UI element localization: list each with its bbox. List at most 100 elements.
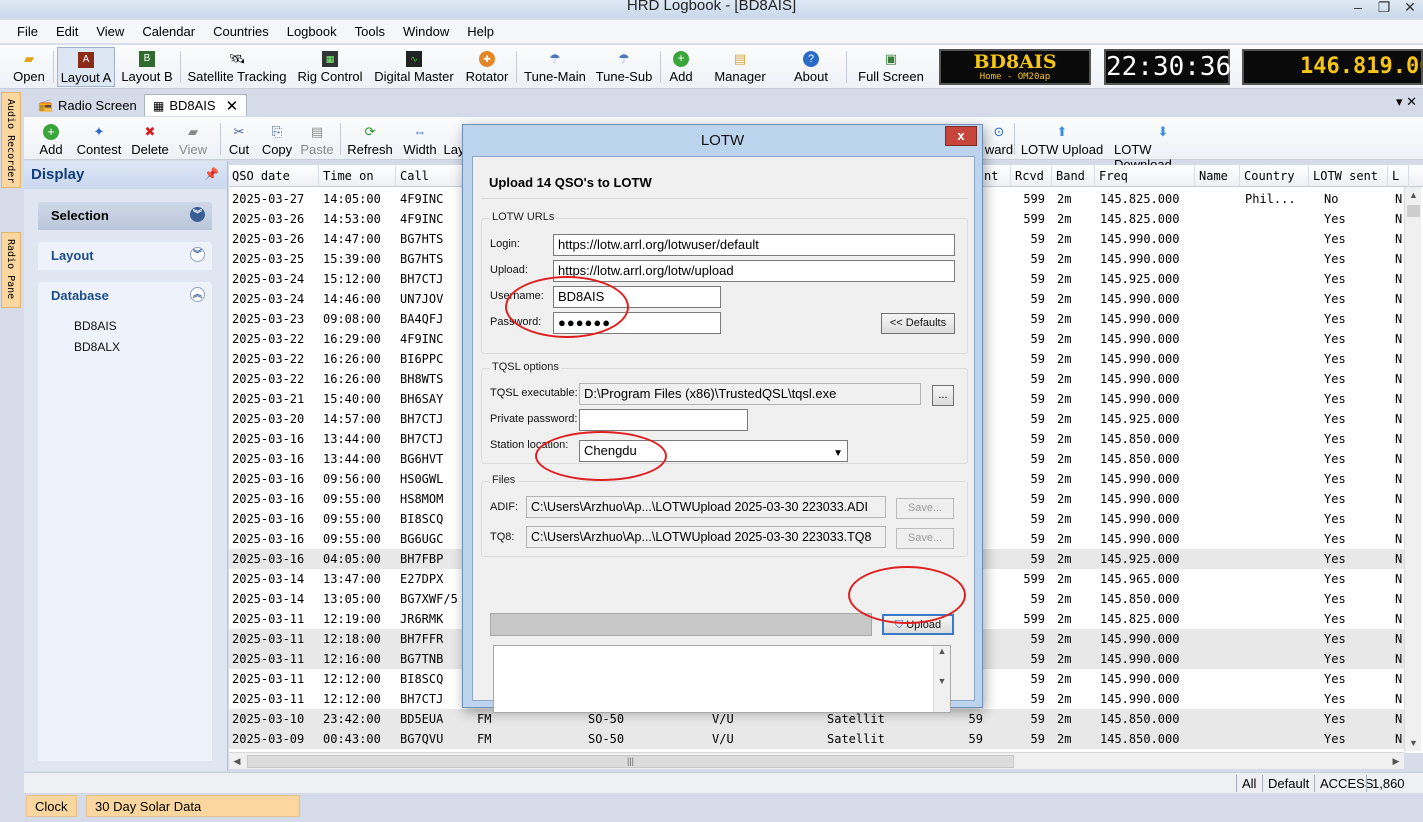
delete-button[interactable]: ✖ Delete bbox=[128, 119, 172, 159]
database-item-bd8alx[interactable]: BD8ALX bbox=[74, 340, 120, 354]
scroll-down-icon[interactable]: ▼ bbox=[1405, 735, 1422, 751]
scroll-left-icon[interactable]: ◀ bbox=[229, 753, 245, 769]
column-sent[interactable]: nt bbox=[981, 165, 1011, 187]
menu-tools[interactable]: Tools bbox=[346, 24, 394, 39]
lotw-download-button[interactable]: ⬇ LOTW Download bbox=[1114, 119, 1212, 172]
upload-log-textbox[interactable]: ▲ ▼ bbox=[493, 645, 951, 713]
chevron-up-icon[interactable]: ︽ bbox=[190, 287, 205, 302]
cell-date: 2025-03-11 bbox=[232, 612, 305, 626]
digital-master-button[interactable]: ∿ Digital Master bbox=[370, 47, 458, 87]
tab-radio-screen[interactable]: 📻 Radio Screen bbox=[30, 94, 145, 116]
column-freq[interactable]: Freq bbox=[1096, 165, 1195, 187]
scroll-thumb[interactable] bbox=[1407, 205, 1420, 217]
tqsl-executable-field[interactable]: D:\Program Files (x86)\TrustedQSL\tqsl.e… bbox=[579, 383, 921, 405]
cell-date: 2025-03-16 bbox=[232, 472, 305, 486]
grid-vertical-scrollbar[interactable]: ▲ ▼ bbox=[1404, 187, 1421, 751]
full-screen-button[interactable]: ▣ Full Screen bbox=[856, 47, 926, 87]
tune-main-button[interactable]: ☂ Tune-Main bbox=[520, 47, 590, 87]
column-country[interactable]: Country bbox=[1241, 165, 1309, 187]
cell-time: 15:40:00 bbox=[323, 392, 381, 406]
login-url-field[interactable]: https://lotw.arrl.org/lotwuser/default bbox=[553, 234, 955, 256]
about-button[interactable]: ? About bbox=[782, 47, 840, 87]
cell-band: 2m bbox=[1057, 732, 1072, 746]
menu-window[interactable]: Window bbox=[394, 24, 458, 39]
layout-b-button[interactable]: B Layout B bbox=[118, 47, 176, 87]
add-button[interactable]: + Add bbox=[664, 47, 698, 87]
save-adif-button[interactable]: Save... bbox=[896, 498, 954, 519]
column-lotw-rcvd[interactable]: L bbox=[1389, 165, 1409, 187]
paste-button[interactable]: ▤ Paste bbox=[300, 119, 334, 159]
menu-view[interactable]: View bbox=[87, 24, 133, 39]
cut-button[interactable]: ✂ Cut bbox=[226, 119, 252, 159]
view-button[interactable]: ▰ View bbox=[176, 119, 210, 159]
log-scrollbar[interactable]: ▲ ▼ bbox=[933, 646, 950, 712]
browse-button[interactable]: ... bbox=[932, 385, 954, 406]
tq8-file-field[interactable]: C:\Users\Arzhuo\Ap...\LOTWUpload 2025-03… bbox=[526, 526, 886, 548]
tab-logbook[interactable]: ▦ BD8AIS ✕ bbox=[144, 94, 248, 116]
layout-group[interactable]: Layout ︾ bbox=[38, 242, 212, 270]
selection-group[interactable]: Selection ︾ bbox=[38, 202, 212, 230]
database-group[interactable]: Database ︽ bbox=[38, 282, 212, 310]
rig-control-button[interactable]: ▦ Rig Control bbox=[294, 47, 366, 87]
scroll-thumb[interactable]: ||| bbox=[247, 755, 1014, 768]
open-button[interactable]: ▰ Open bbox=[8, 47, 50, 87]
chevron-down-icon[interactable]: ︾ bbox=[190, 207, 205, 222]
password-field[interactable]: ●●●●●● bbox=[553, 312, 721, 334]
column-qso-date[interactable]: QSO date bbox=[229, 165, 319, 187]
menu-file[interactable]: File bbox=[8, 24, 47, 39]
forward-button[interactable]: ⊙ ward bbox=[984, 119, 1014, 159]
menu-calendar[interactable]: Calendar bbox=[133, 24, 204, 39]
close-tab-icon[interactable]: ✕ bbox=[226, 97, 239, 115]
lotw-upload-button[interactable]: ⬆ LOTW Upload bbox=[1020, 119, 1104, 159]
close-window-button[interactable]: ✕ bbox=[1397, 0, 1423, 18]
layout-icon bbox=[446, 124, 462, 140]
refresh-button[interactable]: ⟳ Refresh bbox=[346, 119, 394, 159]
dialog-close-button[interactable]: x bbox=[945, 126, 977, 146]
menu-countries[interactable]: Countries bbox=[204, 24, 278, 39]
layout-a-button[interactable]: A Layout A bbox=[57, 47, 115, 87]
grid-horizontal-scrollbar[interactable]: ◀ ||| ▶ bbox=[229, 752, 1404, 769]
minimize-button[interactable]: – bbox=[1345, 0, 1371, 18]
satellite-tracking-button[interactable]: 🛰 Satellite Tracking bbox=[184, 47, 290, 87]
chevron-down-icon[interactable]: ︾ bbox=[190, 247, 205, 262]
username-field[interactable]: BD8AIS bbox=[553, 286, 721, 308]
scroll-right-icon[interactable]: ▶ bbox=[1388, 753, 1404, 769]
defaults-button[interactable]: << Defaults bbox=[881, 313, 955, 334]
layout-toolbar-button[interactable]: Lay bbox=[444, 119, 465, 159]
column-band[interactable]: Band bbox=[1053, 165, 1095, 187]
contest-button[interactable]: ✦ Contest bbox=[74, 119, 124, 159]
tab-solar-data[interactable]: 30 Day Solar Data bbox=[86, 795, 300, 817]
width-button[interactable]: ⇔ Width bbox=[402, 119, 438, 159]
cell-rcvd: 59 bbox=[1030, 232, 1045, 246]
manager-button[interactable]: ▤ Manager bbox=[702, 47, 778, 87]
column-lotw-sent[interactable]: LOTW sent bbox=[1310, 165, 1388, 187]
database-item-bd8ais[interactable]: BD8AIS bbox=[74, 319, 117, 333]
column-name[interactable]: Name bbox=[1196, 165, 1240, 187]
radio-pane-tab[interactable]: Radio Pane bbox=[1, 232, 21, 308]
column-rcvd[interactable]: Rcvd bbox=[1012, 165, 1052, 187]
cell-freq: 145.990.000 bbox=[1100, 252, 1180, 266]
column-time-on[interactable]: Time on bbox=[320, 165, 396, 187]
audio-recorder-tab[interactable]: Audio Recorder bbox=[1, 92, 21, 188]
adif-file-field[interactable]: C:\Users\Arzhuo\Ap...\LOTWUpload 2025-03… bbox=[526, 496, 886, 518]
tab-menu-icons[interactable]: ▾ ✕ bbox=[1396, 94, 1417, 110]
cell-time: 14:05:00 bbox=[323, 192, 381, 206]
private-password-field[interactable] bbox=[579, 409, 748, 431]
upload-button[interactable]: ⛉ Upload bbox=[882, 614, 954, 635]
tune-sub-button[interactable]: ☂ Tune-Sub bbox=[592, 47, 656, 87]
table-row[interactable]: 2025-03-09 00:43:00 BG7QVU FM SO-50 V/U Satell… bbox=[229, 729, 1404, 749]
cell-lotw: Yes bbox=[1324, 332, 1346, 346]
station-location-select[interactable]: Chengdu ▼ bbox=[579, 440, 848, 462]
scroll-up-icon[interactable]: ▲ bbox=[1405, 187, 1422, 203]
pin-icon[interactable]: 📌 bbox=[204, 167, 219, 181]
rotator-button[interactable]: ✚ Rotator bbox=[462, 47, 512, 87]
add-qso-button[interactable]: + Add bbox=[36, 119, 66, 159]
upload-url-field[interactable]: https://lotw.arrl.org/lotw/upload bbox=[553, 260, 955, 282]
save-tq8-button[interactable]: Save... bbox=[896, 528, 954, 549]
tab-clock[interactable]: Clock bbox=[26, 795, 77, 817]
copy-button[interactable]: ⎘ Copy bbox=[260, 119, 294, 159]
menu-help[interactable]: Help bbox=[458, 24, 503, 39]
restore-button[interactable]: ❐ bbox=[1371, 0, 1397, 18]
menu-edit[interactable]: Edit bbox=[47, 24, 87, 39]
menu-logbook[interactable]: Logbook bbox=[278, 24, 346, 39]
